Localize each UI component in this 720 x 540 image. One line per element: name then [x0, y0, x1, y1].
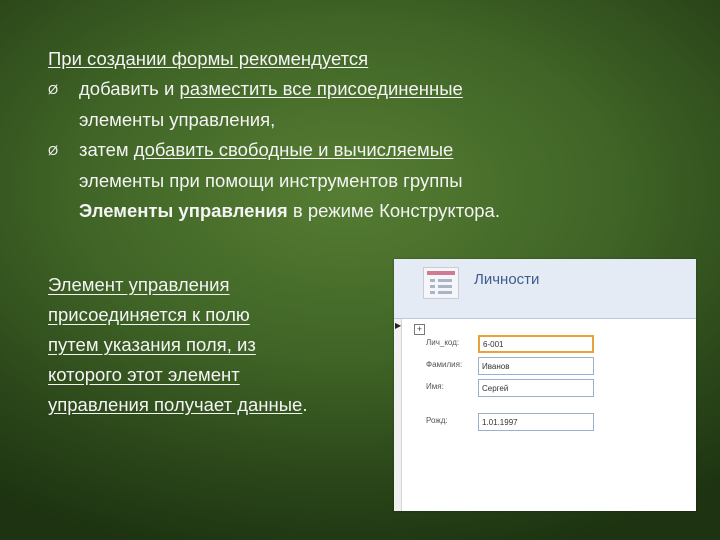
layout-move-handle-icon[interactable]: +: [414, 324, 425, 335]
intro-text: При создании формы рекомендуется: [48, 48, 369, 69]
field-label: Рожд:: [426, 416, 448, 425]
intro-line: При создании формы рекомендуется: [48, 44, 688, 74]
slide-body-text: При создании формы рекомендуется Øдобави…: [48, 44, 688, 226]
bullet-item-2: Øзатем добавить свободные и вычисляемые: [48, 135, 688, 166]
left-line[interactable]: которого этот элемент: [48, 360, 307, 390]
left-line[interactable]: путем указания поля, из: [48, 330, 307, 360]
field-input-lich-kod[interactable]: 6-001: [478, 335, 594, 353]
field-label: Фамилия:: [426, 360, 463, 369]
record-selector-arrow-icon: ▶: [395, 321, 402, 330]
left-line[interactable]: управления получает данные: [48, 394, 302, 415]
bullet-item-1: Øдобавить и разместить все присоединенны…: [48, 74, 688, 105]
bullet1-link[interactable]: разместить все присоединенные: [179, 78, 462, 99]
bullet1-plain: добавить и: [79, 78, 180, 99]
bullet2-link[interactable]: добавить свободные и вычисляемые: [134, 139, 454, 160]
bullet2-rest: в режиме Конструктора.: [287, 200, 500, 221]
left-end-period: .: [302, 394, 308, 415]
field-input-imya[interactable]: Сергей: [478, 379, 594, 397]
arrow-bullet-icon: Ø: [48, 143, 59, 158]
form-header: Личности: [394, 259, 696, 319]
left-line[interactable]: Элемент управления: [48, 270, 307, 300]
bold-term: Элементы управления: [79, 200, 288, 221]
form-title: Личности: [474, 271, 540, 288]
left-line-last: управления получает данные.: [48, 390, 307, 420]
bullet2-plain: затем: [79, 139, 134, 160]
field-label: Лич_код:: [426, 338, 460, 347]
access-form-screenshot: Личности ▶ + Лич_код: 6-001 Фамилия: Ива…: [394, 259, 696, 511]
left-line[interactable]: присоединяется к полю: [48, 300, 307, 330]
left-explanation: Элемент управления присоединяется к полю…: [48, 270, 307, 420]
field-input-rozhd[interactable]: 1.01.1997: [478, 413, 594, 431]
field-input-familiya[interactable]: Иванов: [478, 357, 594, 375]
arrow-bullet-icon: Ø: [48, 82, 59, 97]
field-label: Имя:: [426, 382, 444, 391]
form-icon: [423, 267, 459, 299]
bullet2-continuation: элементы при помощи инструментов группы: [79, 170, 463, 191]
bullet1-continuation: элементы управления,: [79, 109, 276, 130]
bullet2-continuation-2: Элементы управления в режиме Конструктор…: [48, 196, 688, 226]
record-selector[interactable]: [394, 319, 402, 511]
